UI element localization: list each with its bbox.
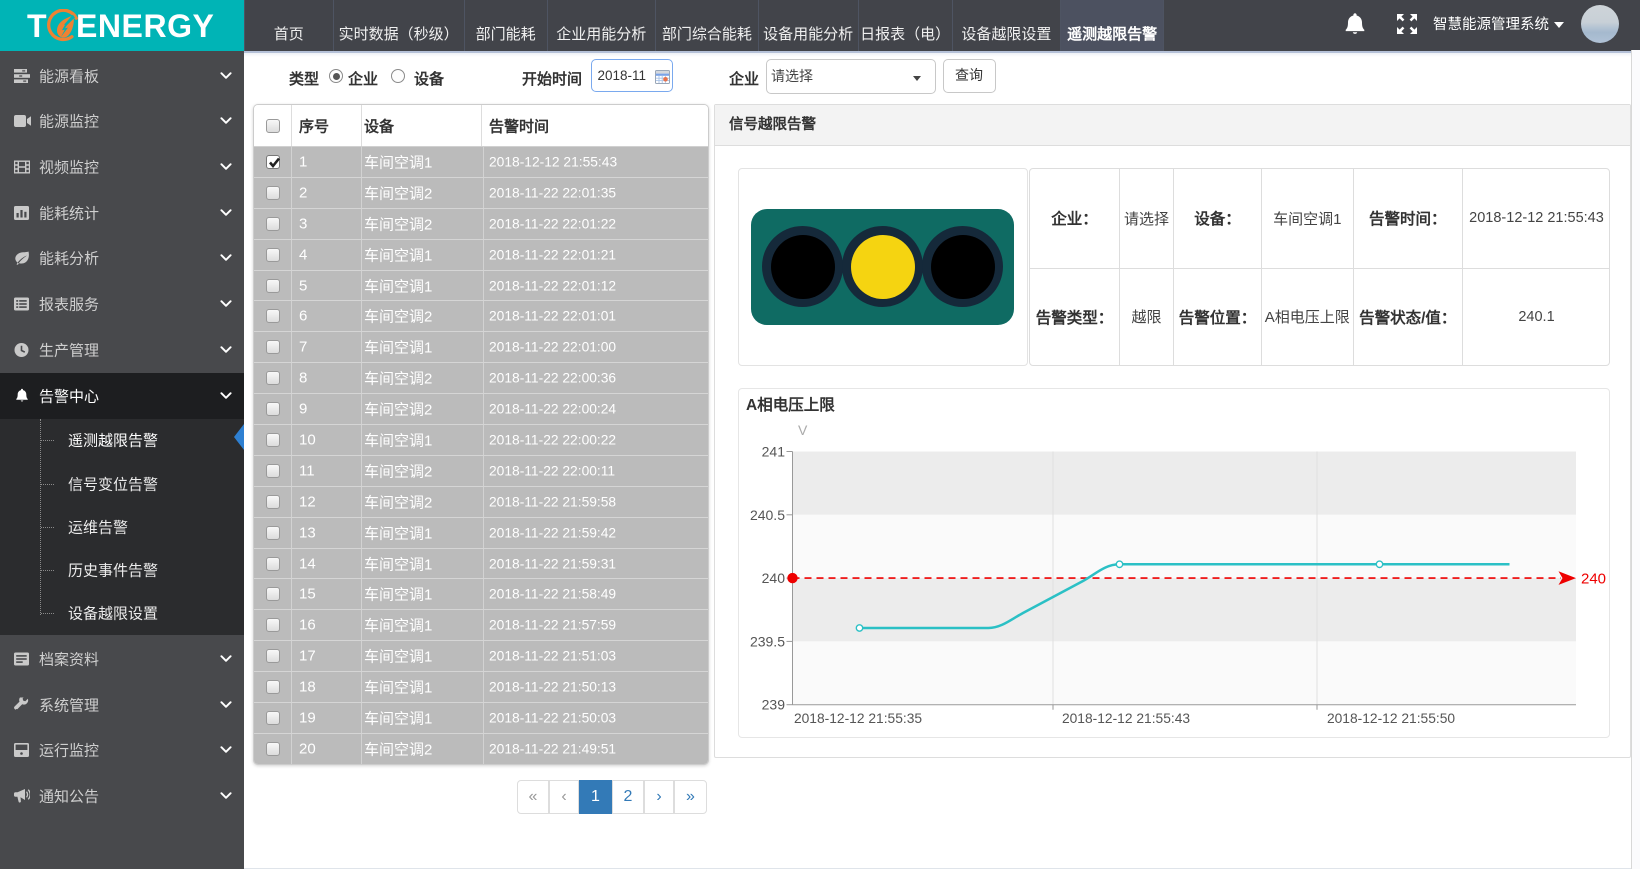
svg-text:240: 240 xyxy=(762,570,786,586)
svg-text:239: 239 xyxy=(762,697,786,713)
svg-text:241: 241 xyxy=(762,444,786,460)
svg-text:2018-12-12 21:55:43: 2018-12-12 21:55:43 xyxy=(1062,711,1190,726)
svg-text:2018-12-12 21:55:50: 2018-12-12 21:55:50 xyxy=(1327,711,1455,726)
svg-text:239.5: 239.5 xyxy=(750,633,785,649)
svg-text:V: V xyxy=(798,422,808,438)
svg-text:2018-12-12 21:55:35: 2018-12-12 21:55:35 xyxy=(794,711,922,726)
svg-text:240.5: 240.5 xyxy=(750,507,785,523)
svg-text:240: 240 xyxy=(1581,571,1606,588)
